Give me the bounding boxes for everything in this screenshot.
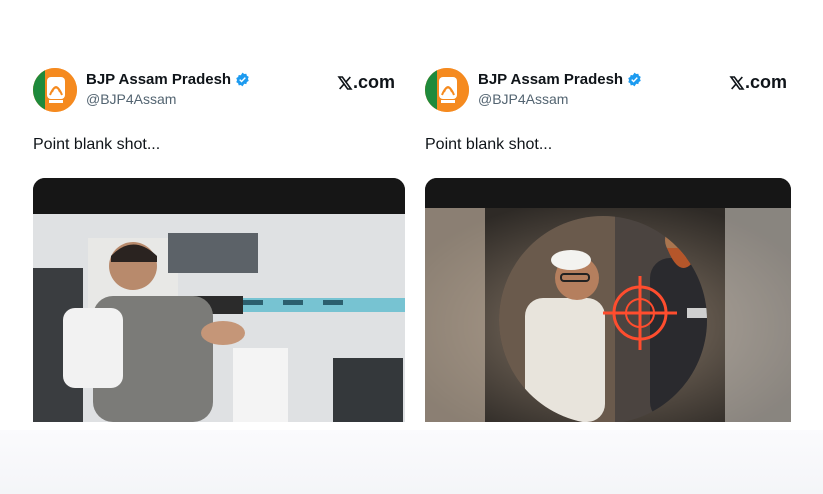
tweet-header: BJP Assam Pradesh @BJP4Assam . com	[33, 66, 405, 112]
verified-badge-icon	[236, 72, 249, 87]
tweet-text: Point blank shot...	[33, 136, 161, 153]
account-name[interactable]: BJP Assam Pradesh	[86, 71, 250, 88]
video-thumbnail	[33, 178, 405, 422]
x-logo-icon	[337, 75, 353, 90]
account-handle[interactable]: @BJP4Assam	[86, 91, 176, 107]
account-name[interactable]: BJP Assam Pradesh	[478, 71, 642, 88]
x-logo-icon	[729, 75, 745, 90]
tweet-media[interactable]	[33, 178, 405, 422]
x-com-label[interactable]: . com	[337, 72, 395, 93]
tweet-card-right[interactable]: BJP Assam Pradesh @BJP4Assam . com Point …	[425, 66, 797, 422]
tweet-text: Point blank shot...	[425, 136, 553, 153]
x-com-label[interactable]: . com	[729, 72, 787, 93]
avatar[interactable]	[33, 68, 77, 112]
page-bottom-fade	[0, 430, 823, 494]
avatar[interactable]	[425, 68, 469, 112]
account-handle[interactable]: @BJP4Assam	[478, 91, 568, 107]
tweet-header: BJP Assam Pradesh @BJP4Assam . com	[425, 66, 797, 112]
tweet-card-left[interactable]: BJP Assam Pradesh @BJP4Assam . com Point …	[33, 66, 405, 422]
video-thumbnail	[425, 178, 791, 422]
verified-badge-icon	[628, 72, 641, 87]
tweet-media[interactable]	[425, 178, 791, 422]
